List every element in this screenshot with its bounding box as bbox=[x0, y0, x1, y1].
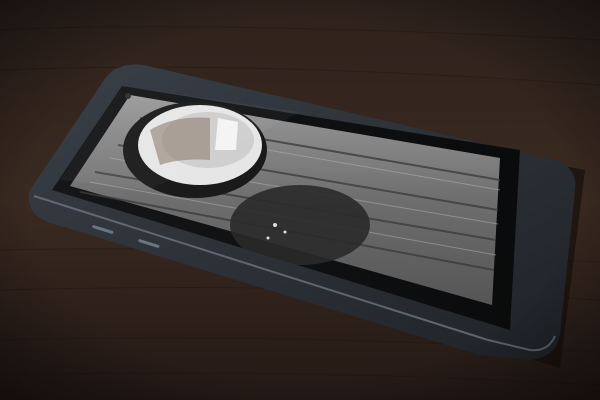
phone-on-table-photo bbox=[0, 0, 600, 400]
vignette bbox=[0, 0, 600, 400]
photo-scene bbox=[0, 0, 600, 400]
